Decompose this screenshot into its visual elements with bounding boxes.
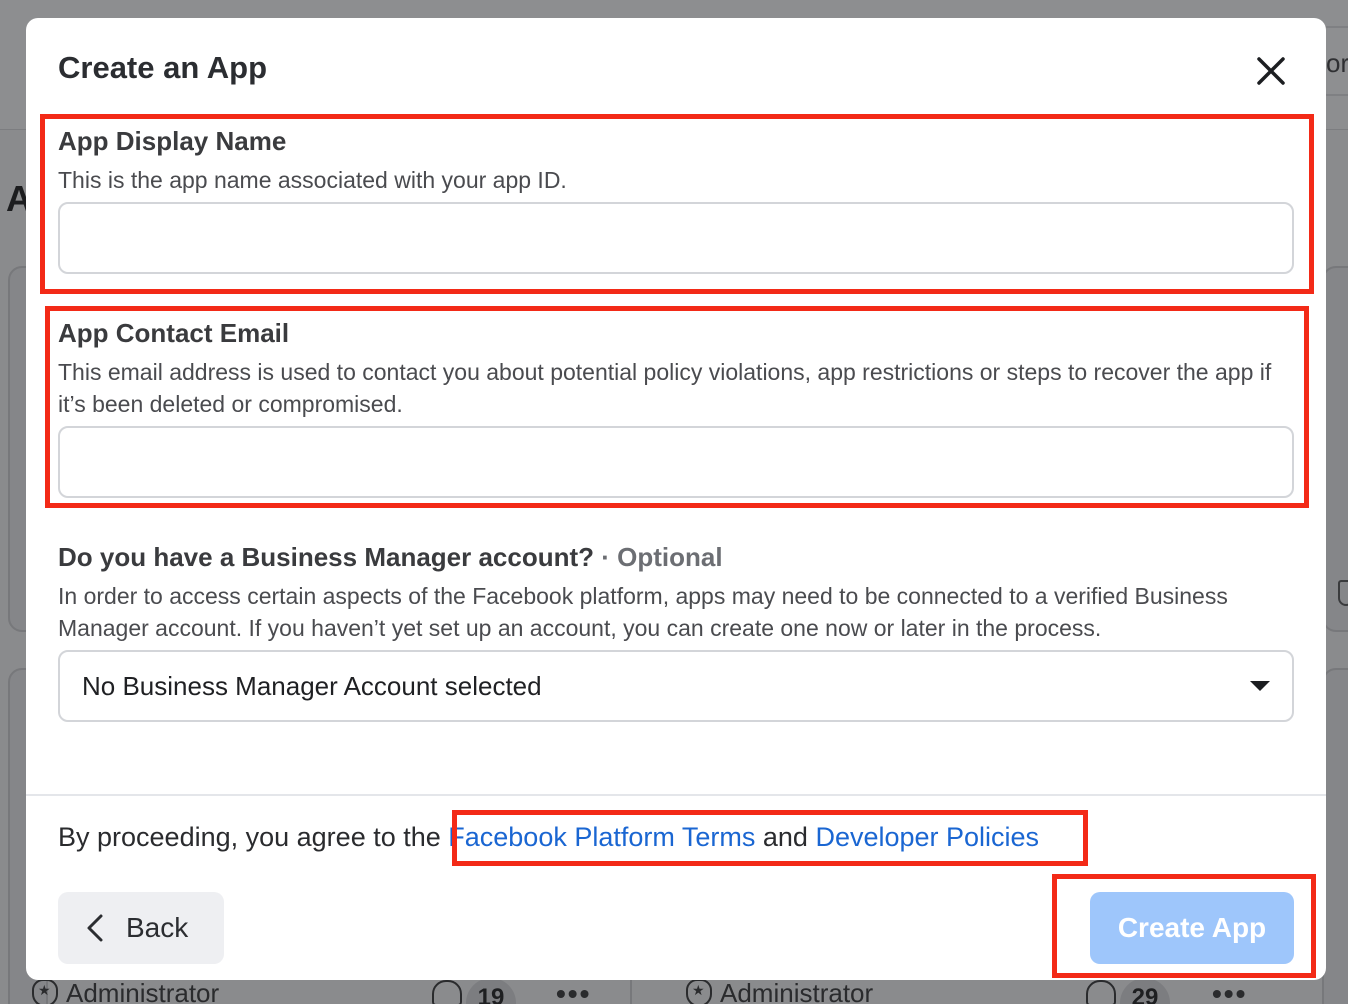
chevron-left-icon <box>87 914 103 942</box>
app-name-input[interactable] <box>58 202 1294 274</box>
shield-icon <box>1338 580 1348 606</box>
business-manager-description: In order to access certain aspects of th… <box>58 583 1228 641</box>
app-name-label: App Display Name <box>58 126 287 156</box>
more-icon: ••• <box>1212 978 1248 1004</box>
background-role-row: Administrator <box>686 978 873 1004</box>
contact-email-input[interactable] <box>58 426 1294 498</box>
background-topbar-text: or <box>1326 48 1348 78</box>
optional-tag: · Optional <box>594 542 723 572</box>
caret-down-icon <box>1250 681 1270 691</box>
bell-icon <box>1086 980 1116 1004</box>
create-app-label: Create App <box>1117 912 1267 943</box>
shield-star-icon <box>686 979 712 1004</box>
background-role-label: Administrator <box>66 977 220 1004</box>
business-manager-label: Do you have a Business Manager account? … <box>58 542 723 573</box>
more-icon: ••• <box>556 978 592 1004</box>
background-role-row: Administrator <box>32 978 219 1004</box>
contact-email-label: App Contact Email <box>58 318 290 348</box>
business-manager-selected: No Business Manager Account selected <box>82 670 542 701</box>
bell-icon <box>432 980 462 1004</box>
close-button[interactable] <box>1252 52 1290 90</box>
platform-terms-link[interactable]: Facebook Platform Terms <box>448 822 755 852</box>
agreement-conjunction: and <box>755 822 816 852</box>
notification-count: 19 <box>466 978 516 1004</box>
agreement-prefix: By proceeding, you agree to the <box>58 822 449 852</box>
background-divider <box>630 980 632 1004</box>
background-role-label: Administrator <box>720 977 874 1004</box>
notification-count: 29 <box>1120 978 1170 1004</box>
developer-policies-link[interactable]: Developer Policies <box>815 822 1039 852</box>
contact-email-description: This email address is used to contact yo… <box>58 359 1272 417</box>
business-manager-question: Do you have a Business Manager account? <box>58 542 595 572</box>
back-button[interactable]: Back <box>58 892 224 964</box>
create-app-button[interactable]: Create App <box>1090 892 1294 964</box>
footer-divider <box>26 794 1326 796</box>
back-label: Back <box>126 912 189 943</box>
shield-star-icon <box>32 979 58 1004</box>
dialog-title: Create an App <box>58 50 268 85</box>
business-manager-select[interactable]: No Business Manager Account selected <box>58 650 1294 722</box>
create-app-dialog: Create an App App Display Name This is t… <box>26 18 1326 980</box>
close-icon <box>1257 57 1285 85</box>
agreement-text: By proceeding, you agree to the Facebook… <box>58 822 1039 853</box>
app-name-description: This is the app name associated with you… <box>58 167 567 193</box>
